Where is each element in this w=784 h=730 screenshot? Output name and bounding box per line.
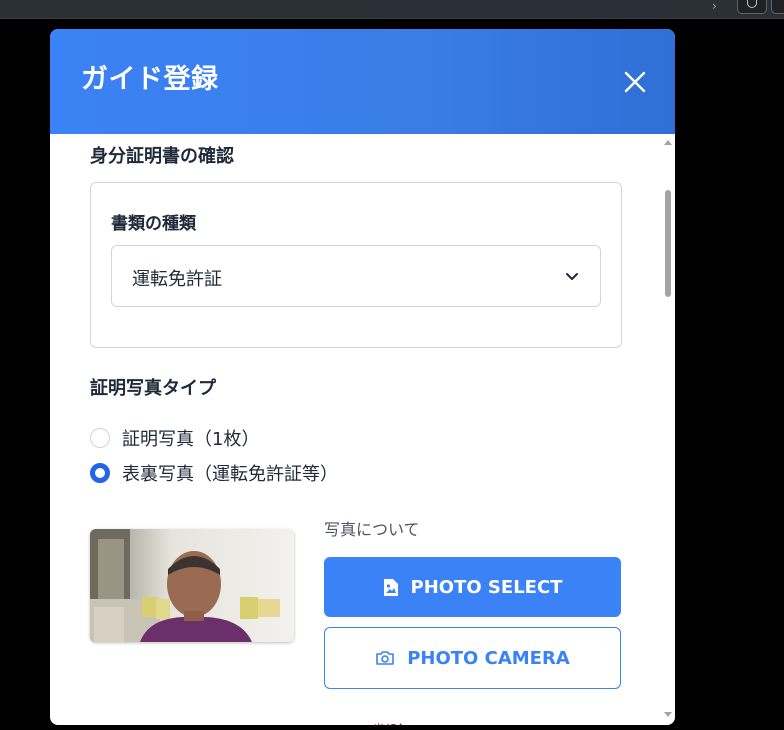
radio-label: 証明写真（1枚）: [122, 429, 260, 450]
photo-camera-button[interactable]: PHOTO CAMERA: [324, 627, 621, 689]
close-icon: [624, 71, 646, 93]
radio-label: 表裏写真（運転免許証等）: [122, 464, 338, 485]
chevron-down-icon: [566, 273, 578, 280]
chevron-right-icon: ›: [712, 0, 717, 13]
scrollbar-thumb[interactable]: [665, 190, 671, 297]
doc-type-label: 書類の種類: [111, 214, 196, 234]
photo-select-button[interactable]: PHOTO SELECT: [324, 557, 621, 617]
browser-top-strip: ›: [0, 0, 784, 19]
trash-icon: [354, 723, 368, 725]
photo-type-section-title: 証明写真タイプ: [90, 378, 216, 399]
photo-camera-label: PHOTO CAMERA: [407, 647, 570, 669]
delete-photo-button[interactable]: 削除: [354, 718, 406, 725]
radio-button-checked[interactable]: [90, 463, 110, 483]
radio-option-single[interactable]: 証明写真（1枚）: [90, 426, 259, 450]
identity-section-title: 身分証明書の確認: [90, 146, 234, 167]
photo-image: [90, 529, 294, 642]
document-type-card: 書類の種類 運転免許証: [90, 182, 622, 348]
modal-body: 身分証明書の確認 書類の種類 運転免許証 証明写真タイプ 証明写真（1枚） 表裏…: [50, 134, 675, 725]
photo-caption: 写真について: [324, 520, 420, 539]
scroll-down-arrow-icon[interactable]: [664, 712, 672, 717]
doc-type-select[interactable]: 運転免許証: [111, 245, 601, 307]
delete-label: 削除: [374, 718, 406, 725]
photo-select-label: PHOTO SELECT: [410, 576, 563, 598]
image-file-icon: [383, 578, 398, 596]
id-photo-preview: [90, 529, 294, 642]
doc-type-value: 運転免許証: [132, 269, 222, 290]
radio-option-front-back[interactable]: 表裏写真（運転免許証等）: [90, 461, 338, 485]
guide-registration-modal: ガイド登録 身分証明書の確認 書類の種類 運転免許証 証明写真タイプ 証明写真（…: [50, 29, 675, 725]
radio-button[interactable]: [90, 428, 110, 448]
extension-button[interactable]: [771, 0, 784, 14]
modal-header: ガイド登録: [50, 29, 675, 134]
modal-title: ガイド登録: [81, 64, 219, 95]
microphone-button[interactable]: [737, 0, 767, 14]
microphone-icon: [747, 0, 757, 8]
camera-icon: [376, 651, 395, 665]
scroll-up-arrow-icon[interactable]: [664, 140, 672, 145]
close-button[interactable]: [620, 67, 650, 97]
